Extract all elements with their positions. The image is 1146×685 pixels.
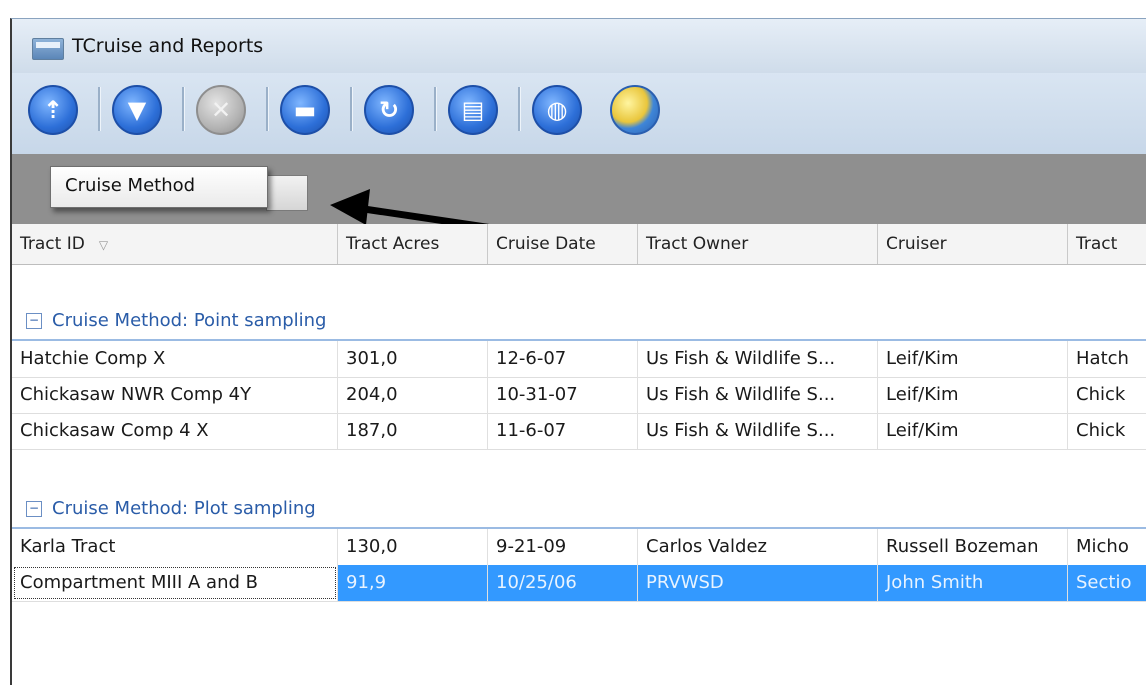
app-window: TCruise and Reports ⇡ ▼ ✕ ▬ ↻ ▤ ◍ Cruise… xyxy=(10,18,1146,685)
group-row-plot-sampling[interactable]: − Cruise Method: Plot sampling xyxy=(12,491,1146,529)
cell-tract: Micho xyxy=(1068,529,1146,565)
table-row[interactable]: Chickasaw Comp 4 X 187,0 11-6-07 Us Fish… xyxy=(12,413,1146,450)
column-header-label: Tract ID xyxy=(20,234,85,254)
cell-cruiser: Russell Bozeman xyxy=(878,529,1068,565)
table-row[interactable]: Karla Tract 130,0 9-21-09 Carlos Valdez … xyxy=(12,529,1146,566)
group-label: Cruise Method: Point sampling xyxy=(52,310,327,331)
cell-cruiser: Leif/Kim xyxy=(878,341,1068,377)
group-label: Cruise Method: Plot sampling xyxy=(52,498,316,519)
cell-tract-id: Hatchie Comp X xyxy=(12,341,338,377)
table-row[interactable]: Chickasaw NWR Comp 4Y 204,0 10-31-07 Us … xyxy=(12,377,1146,414)
column-header-tract-owner[interactable]: Tract Owner xyxy=(638,224,878,264)
cell-tract-id: Chickasaw Comp 4 X xyxy=(12,413,338,449)
group-row-point-sampling[interactable]: − Cruise Method: Point sampling xyxy=(12,303,1146,341)
column-header-cruiser[interactable]: Cruiser xyxy=(878,224,1068,264)
collapse-icon[interactable]: − xyxy=(26,501,42,517)
arrow-head xyxy=(330,189,370,225)
cell-tract-owner: Us Fish & Wildlife S... xyxy=(638,341,878,377)
column-header-label: Cruiser xyxy=(886,234,947,254)
cell-tract-owner: PRVWSD xyxy=(638,565,878,601)
table-header: Tract ID ▽ Tract Acres Cruise Date Tract … xyxy=(12,224,1146,265)
table-row-selected[interactable]: Compartment MIII A and B 91,9 10/25/06 P… xyxy=(12,565,1146,602)
column-header-label: Tract Acres xyxy=(346,234,440,254)
table-row[interactable]: Hatchie Comp X 301,0 12-6-07 Us Fish & W… xyxy=(12,341,1146,378)
cell-tract-acres: 130,0 xyxy=(338,529,488,565)
column-header-tract-id[interactable]: Tract ID ▽ xyxy=(12,224,338,264)
collapse-icon[interactable]: − xyxy=(26,313,42,329)
column-header-tract-acres[interactable]: Tract Acres xyxy=(338,224,488,264)
cell-tract-acres: 204,0 xyxy=(338,377,488,413)
cell-tract-acres: 301,0 xyxy=(338,341,488,377)
column-header-label: Tract xyxy=(1076,234,1118,254)
cell-tract: Sectio xyxy=(1068,565,1146,601)
cell-tract-owner: Us Fish & Wildlife S... xyxy=(638,377,878,413)
cell-tract: Chick xyxy=(1068,377,1146,413)
cell-tract-acres: 91,9 xyxy=(338,565,488,601)
sort-icon: ▽ xyxy=(98,238,109,252)
cell-cruiser: Leif/Kim xyxy=(878,413,1068,449)
cell-tract-id: Chickasaw NWR Comp 4Y xyxy=(12,377,338,413)
column-header-label: Cruise Date xyxy=(496,234,596,254)
cell-tract-id: Compartment MIII A and B xyxy=(12,565,338,601)
column-header-cruise-date[interactable]: Cruise Date xyxy=(488,224,638,264)
cell-cruise-date: 10-31-07 xyxy=(488,377,638,413)
cell-tract-id: Karla Tract xyxy=(12,529,338,565)
column-header-tract[interactable]: Tract xyxy=(1068,224,1146,264)
cell-cruiser: Leif/Kim xyxy=(878,377,1068,413)
cell-cruiser: John Smith xyxy=(878,565,1068,601)
column-header-label: Tract Owner xyxy=(646,234,749,254)
cell-tract-acres: 187,0 xyxy=(338,413,488,449)
cell-tract: Hatch xyxy=(1068,341,1146,377)
cell-cruise-date: 10/25/06 xyxy=(488,565,638,601)
cell-tract: Chick xyxy=(1068,413,1146,449)
cell-cruise-date: 9-21-09 xyxy=(488,529,638,565)
cell-cruise-date: 12-6-07 xyxy=(488,341,638,377)
cell-tract-owner: Carlos Valdez xyxy=(638,529,878,565)
cell-tract-owner: Us Fish & Wildlife S... xyxy=(638,413,878,449)
cell-cruise-date: 11-6-07 xyxy=(488,413,638,449)
